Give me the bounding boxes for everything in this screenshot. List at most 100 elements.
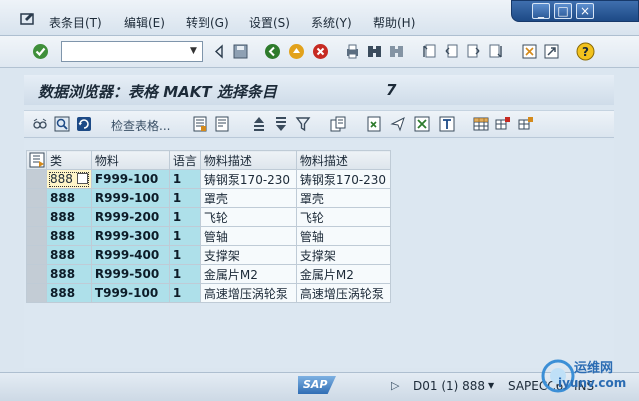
filter-icon[interactable] <box>295 116 311 132</box>
cell-client[interactable]: 888 <box>46 169 92 189</box>
column-header-material[interactable]: 物料 <box>90 150 170 170</box>
minimize-button[interactable]: _ <box>532 3 550 19</box>
send-icon[interactable] <box>390 116 406 132</box>
search-icon[interactable] <box>54 116 70 132</box>
export-icon[interactable] <box>366 116 382 132</box>
row-selector[interactable] <box>26 264 47 284</box>
row-selector[interactable] <box>26 188 47 208</box>
entry-count: 7 <box>386 81 397 99</box>
details-icon[interactable] <box>192 116 208 132</box>
cell-material[interactable]: R999-300 <box>90 226 170 246</box>
cell-client[interactable]: 888 <box>46 264 92 284</box>
cell-language[interactable]: 1 <box>168 264 201 284</box>
column-header-description-upper[interactable]: 物料描述 <box>295 150 391 170</box>
cell-client[interactable]: 888 <box>46 226 92 246</box>
cell-material[interactable]: R999-100 <box>90 188 170 208</box>
save-layout-icon[interactable] <box>518 116 534 132</box>
prev-page-icon[interactable] <box>443 43 460 60</box>
cell-description-upper[interactable]: 支撑架 <box>295 245 391 265</box>
menu-system[interactable]: 系统(Y) <box>311 14 352 31</box>
find-next-icon[interactable] <box>388 43 405 60</box>
cell-client[interactable]: 888 <box>46 188 92 208</box>
menu-goto[interactable]: 转到(G) <box>186 14 229 31</box>
create-session-icon[interactable] <box>521 43 538 60</box>
maximize-button[interactable]: □ <box>554 3 572 19</box>
cell-material[interactable]: R999-500 <box>90 264 170 284</box>
refresh-icon[interactable] <box>76 116 92 132</box>
help-icon[interactable]: ? <box>576 42 595 61</box>
command-input[interactable] <box>62 42 186 61</box>
chevron-down-icon[interactable]: ▼ <box>185 42 202 61</box>
choose-layout-icon[interactable] <box>495 116 511 132</box>
row-selector[interactable] <box>26 283 47 303</box>
cell-language[interactable]: 1 <box>168 283 201 303</box>
cell-description[interactable]: 管轴 <box>199 226 297 246</box>
enter-icon[interactable] <box>32 43 49 60</box>
cell-material[interactable]: R999-200 <box>90 207 170 227</box>
cell-material[interactable]: T999-100 <box>90 283 170 303</box>
column-header-client[interactable]: 类 <box>46 150 92 170</box>
menu-edit[interactable]: 编辑(E) <box>124 14 165 31</box>
exit-icon[interactable] <box>288 43 305 60</box>
cell-client[interactable]: 888 <box>46 245 92 265</box>
cell-description[interactable]: 支撑架 <box>199 245 297 265</box>
menu-help[interactable]: 帮助(H) <box>373 14 415 31</box>
select-all-cell[interactable] <box>26 150 47 170</box>
cell-description-upper[interactable]: 飞轮 <box>295 207 391 227</box>
cancel-icon[interactable] <box>312 43 329 60</box>
sum-icon[interactable] <box>330 116 346 132</box>
first-page-icon[interactable] <box>421 43 438 60</box>
spreadsheet-icon[interactable] <box>414 116 430 132</box>
cell-description[interactable]: 金属片M2 <box>199 264 297 284</box>
last-page-icon[interactable] <box>487 43 504 60</box>
cell-description-upper[interactable]: 高速增压涡轮泵 <box>295 283 391 303</box>
cell-language[interactable]: 1 <box>168 245 201 265</box>
document-icon[interactable] <box>214 116 230 132</box>
value-help-icon[interactable] <box>76 173 88 184</box>
chevron-down-icon[interactable]: ▼ <box>488 381 494 390</box>
row-selector[interactable] <box>26 169 47 189</box>
sort-descending-icon[interactable] <box>273 116 289 132</box>
menu-table-entry[interactable]: 表条目(T) <box>49 14 102 31</box>
row-selector[interactable] <box>26 245 47 265</box>
cell-description[interactable]: 铸钢泵170-230 <box>199 169 297 189</box>
word-processing-icon[interactable] <box>439 116 455 132</box>
check-tables-button[interactable]: 检查表格... <box>111 117 170 134</box>
glasses-icon[interactable] <box>32 116 48 132</box>
cell-client[interactable]: 888 <box>46 283 92 303</box>
command-field[interactable]: ▼ <box>61 41 203 62</box>
cell-description-upper[interactable]: 铸钢泵170-230 <box>295 169 391 189</box>
column-header-language[interactable]: 语言 <box>168 150 201 170</box>
status-expand-icon[interactable]: ▷ <box>391 379 399 392</box>
shortcut-icon[interactable] <box>543 43 560 60</box>
cell-material[interactable]: R999-400 <box>90 245 170 265</box>
cell-client-value: 888 <box>50 172 73 186</box>
find-icon[interactable] <box>366 43 383 60</box>
cell-description-upper[interactable]: 管轴 <box>295 226 391 246</box>
cell-description-upper[interactable]: 金属片M2 <box>295 264 391 284</box>
cell-language[interactable]: 1 <box>168 226 201 246</box>
cell-client[interactable]: 888 <box>46 207 92 227</box>
grid-layout-icon[interactable] <box>473 116 489 132</box>
cell-description[interactable]: 飞轮 <box>199 207 297 227</box>
column-header-description[interactable]: 物料描述 <box>199 150 297 170</box>
close-button[interactable]: × <box>576 3 594 19</box>
cell-material[interactable]: F999-100 <box>90 169 170 189</box>
cell-language[interactable]: 1 <box>168 207 201 227</box>
column-settings-icon[interactable] <box>29 152 45 168</box>
system-menu-icon[interactable] <box>20 12 36 26</box>
row-selector[interactable] <box>26 226 47 246</box>
menu-settings[interactable]: 设置(S) <box>249 14 290 31</box>
cell-description[interactable]: 罩壳 <box>199 188 297 208</box>
back-nav-icon[interactable] <box>264 43 281 60</box>
print-icon[interactable] <box>344 43 361 60</box>
sort-ascending-icon[interactable] <box>251 116 267 132</box>
back-icon[interactable] <box>211 43 228 60</box>
cell-description-upper[interactable]: 罩壳 <box>295 188 391 208</box>
row-selector[interactable] <box>26 207 47 227</box>
cell-description[interactable]: 高速增压涡轮泵 <box>199 283 297 303</box>
cell-language[interactable]: 1 <box>168 169 201 189</box>
cell-language[interactable]: 1 <box>168 188 201 208</box>
save-icon[interactable] <box>232 43 249 60</box>
next-page-icon[interactable] <box>465 43 482 60</box>
